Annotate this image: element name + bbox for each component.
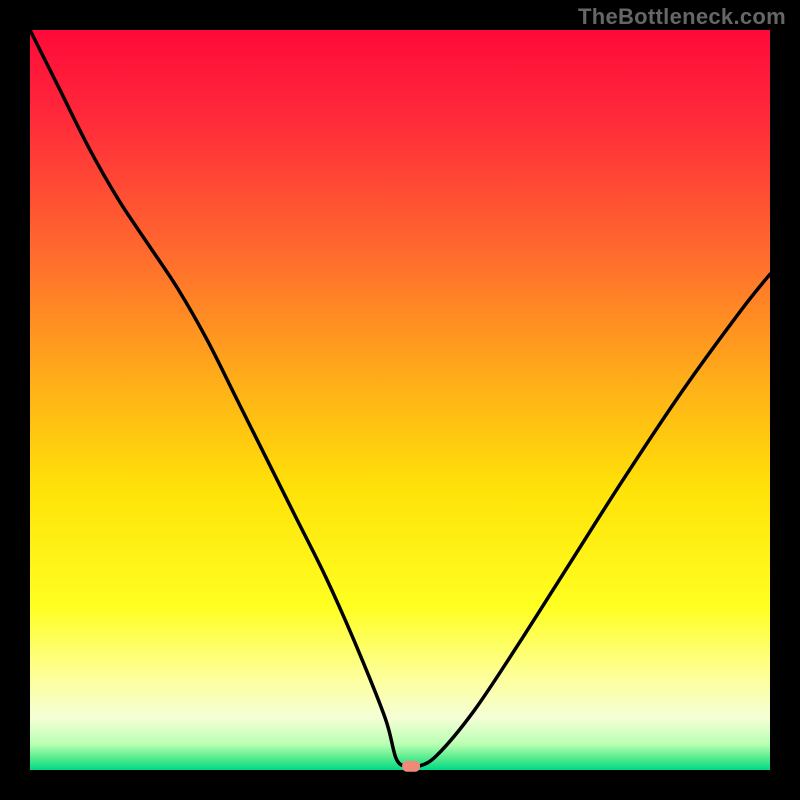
watermark-text: TheBottleneck.com: [578, 4, 786, 30]
bottleneck-chart: [0, 0, 800, 800]
chart-background: [30, 30, 770, 770]
optimal-point-marker: [402, 761, 420, 772]
chart-svg: [0, 0, 800, 800]
